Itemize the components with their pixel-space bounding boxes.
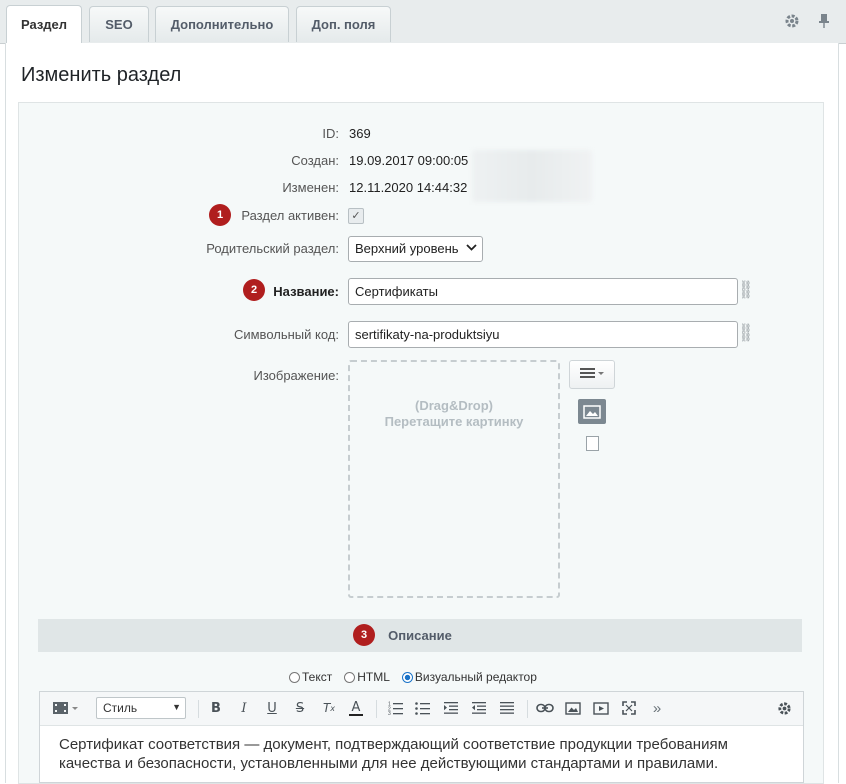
tab-section[interactable]: Раздел: [6, 5, 82, 43]
fullscreen-icon[interactable]: [618, 698, 640, 718]
name-label: Название:: [273, 284, 339, 299]
outdent-icon[interactable]: [468, 698, 490, 718]
badge-3: 3: [353, 624, 375, 646]
parent-select-value: Верхний уровень: [355, 241, 459, 256]
align-icon[interactable]: [496, 698, 518, 718]
mode-html-label: HTML: [357, 670, 390, 684]
created-value: 19.09.2017 09:00:05: [349, 153, 469, 168]
description-section-title: Описание: [388, 628, 452, 643]
indent-icon[interactable]: [440, 698, 462, 718]
strikethrough-icon[interactable]: S: [291, 698, 309, 718]
id-label: ID:: [322, 126, 339, 141]
visual-editor: Стиль ▼ B I U S Tx A 123 » Сертификат со…: [39, 691, 804, 783]
italic-icon[interactable]: I: [235, 698, 253, 718]
clear-format-icon[interactable]: Tx: [319, 698, 339, 718]
parent-label: Родительский раздел:: [206, 241, 339, 256]
dropzone-hint-1: (Drag&Drop): [415, 398, 493, 413]
image-icon[interactable]: [562, 698, 584, 718]
video-icon[interactable]: [590, 698, 612, 718]
style-select-value: Стиль: [103, 701, 138, 715]
description-section-header: Описание: [38, 619, 802, 652]
numbered-list-icon[interactable]: 123: [385, 698, 407, 718]
code-label: Символьный код:: [233, 327, 339, 342]
editor-toolbar: Стиль ▼ B I U S Tx A 123 »: [40, 692, 803, 726]
code-input[interactable]: sertifikaty-na-produktsiyu: [348, 321, 738, 348]
created-label: Создан:: [291, 153, 339, 168]
translit-icon[interactable]: ⛓ ⛓: [740, 281, 751, 299]
image-upload-icon[interactable]: [578, 399, 606, 424]
gear-icon[interactable]: [773, 698, 795, 718]
image-menu-button[interactable]: [569, 360, 615, 389]
active-label: Раздел активен:: [241, 208, 339, 223]
tab-seo[interactable]: SEO: [89, 6, 149, 42]
mode-visual-option[interactable]: Визуальный редактор: [401, 670, 537, 684]
mode-html-option[interactable]: HTML: [344, 670, 390, 684]
bold-icon[interactable]: B: [207, 698, 225, 718]
text-color-icon[interactable]: A: [347, 698, 365, 718]
svg-text:3: 3: [388, 711, 391, 715]
mode-visual-label: Визуальный редактор: [414, 670, 537, 684]
style-select[interactable]: Стиль ▼: [96, 697, 186, 719]
radio-text[interactable]: [289, 671, 300, 683]
dropzone-hint-2: Перетащите картинку: [384, 414, 524, 429]
tab-additional[interactable]: Дополнительно: [155, 6, 289, 42]
link-icon[interactable]: [534, 698, 556, 718]
chevron-down-icon: ▼: [172, 702, 181, 712]
mode-text-label: Текст: [302, 670, 333, 684]
badge-1: 1: [209, 204, 231, 226]
mode-text-option[interactable]: Текст: [289, 670, 332, 684]
toolbar-divider: [527, 700, 528, 718]
radio-html[interactable]: [344, 671, 356, 683]
file-icon[interactable]: [586, 436, 599, 451]
modified-value: 12.11.2020 14:44:32: [349, 180, 468, 195]
image-dropzone[interactable]: [348, 360, 560, 598]
tab-extra-fields[interactable]: Доп. поля: [296, 6, 391, 42]
image-label: Изображение:: [253, 368, 339, 383]
bullet-list-icon[interactable]: [412, 698, 434, 718]
modified-label: Изменен:: [282, 180, 339, 195]
toolbar-divider: [376, 700, 377, 718]
active-checkbox[interactable]: ✓: [348, 208, 364, 224]
name-input[interactable]: Сертификаты: [348, 278, 738, 305]
page-title: Изменить раздел: [21, 64, 182, 86]
toolbar-divider: [198, 700, 199, 718]
underline-icon[interactable]: U: [263, 698, 281, 718]
parent-select[interactable]: Верхний уровень: [348, 236, 483, 262]
badge-2: 2: [243, 279, 265, 301]
menu-icon: [579, 366, 605, 383]
more-icon[interactable]: »: [646, 698, 668, 718]
chevron-down-icon: [466, 241, 477, 256]
editor-content[interactable]: Сертификат соответствия — документ, подт…: [59, 735, 789, 773]
blurred-user-info: [472, 150, 592, 202]
media-menu-icon[interactable]: [50, 698, 82, 718]
translit-icon[interactable]: ⛓ ⛓: [740, 324, 751, 342]
gear-icon[interactable]: [783, 12, 801, 30]
id-value: 369: [349, 126, 371, 141]
radio-visual[interactable]: [401, 671, 413, 683]
editor-mode-selector: Текст HTML Визуальный редактор: [289, 670, 549, 684]
tab-bar: Раздел SEO Дополнительно Доп. поля: [0, 0, 846, 44]
pin-icon[interactable]: [815, 12, 833, 30]
